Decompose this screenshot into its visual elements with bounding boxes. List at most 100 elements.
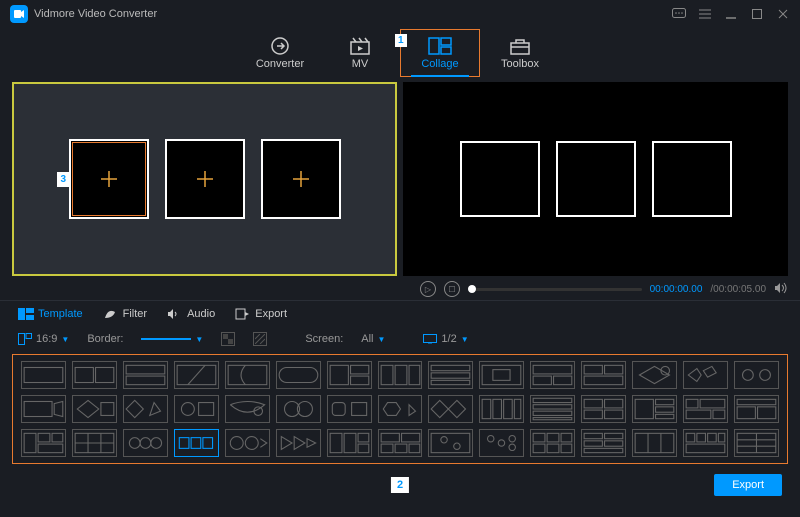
app-title: Vidmore Video Converter (34, 8, 157, 20)
minimize-icon[interactable] (724, 7, 738, 21)
tab-audio-label: Audio (187, 308, 215, 320)
template-thumb-16[interactable] (21, 395, 66, 423)
template-thumb-32[interactable] (72, 429, 117, 457)
template-thumb-26[interactable] (530, 395, 575, 423)
template-thumb-23[interactable] (378, 395, 423, 423)
seek-bar[interactable] (468, 288, 642, 291)
nav-toolbox-label: Toolbox (501, 58, 539, 70)
tab-export-label: Export (255, 308, 287, 320)
template-thumb-42[interactable] (581, 429, 626, 457)
tab-filter-label: Filter (123, 308, 147, 320)
filter-icon (103, 308, 117, 320)
template-thumb-11[interactable] (530, 361, 575, 389)
export-button[interactable]: Export (714, 474, 782, 496)
template-thumb-29[interactable] (683, 395, 728, 423)
template-thumb-6[interactable] (276, 361, 321, 389)
template-icon (18, 308, 32, 320)
template-thumb-38[interactable] (378, 429, 423, 457)
templates-panel (12, 354, 788, 464)
caret-down-icon: ▼ (461, 335, 469, 344)
template-thumb-9[interactable] (428, 361, 473, 389)
template-thumb-12[interactable] (581, 361, 626, 389)
tab-export[interactable]: Export (235, 308, 287, 320)
template-thumb-28[interactable] (632, 395, 677, 423)
template-thumb-25[interactable] (479, 395, 524, 423)
collage-slot-1[interactable]: 3 (69, 139, 149, 219)
nav-collage[interactable]: 1 Collage (400, 29, 480, 77)
template-thumb-2[interactable] (72, 361, 117, 389)
template-thumb-17[interactable] (72, 395, 117, 423)
ratio-icon (18, 333, 32, 345)
template-thumb-22[interactable] (327, 395, 372, 423)
template-thumb-43[interactable] (632, 429, 677, 457)
editor-pane: 3 (12, 82, 397, 276)
template-thumb-10[interactable] (479, 361, 524, 389)
feedback-icon[interactable] (672, 7, 686, 21)
mv-icon (348, 36, 372, 56)
template-thumb-34[interactable] (174, 429, 219, 457)
page-value: 1/2 (441, 333, 456, 345)
template-thumb-33[interactable] (123, 429, 168, 457)
template-thumb-36[interactable] (276, 429, 321, 457)
template-thumb-30[interactable] (734, 395, 779, 423)
template-thumb-24[interactable] (428, 395, 473, 423)
time-duration: /00:00:05.00 (710, 284, 766, 295)
volume-icon[interactable] (774, 282, 788, 297)
menu-icon[interactable] (698, 7, 712, 21)
tab-filter[interactable]: Filter (103, 308, 147, 320)
template-thumb-40[interactable] (479, 429, 524, 457)
template-thumb-27[interactable] (581, 395, 626, 423)
tab-template-label: Template (38, 308, 83, 320)
template-thumb-21[interactable] (276, 395, 321, 423)
close-icon[interactable] (776, 7, 790, 21)
template-thumb-31[interactable] (21, 429, 66, 457)
template-thumb-41[interactable] (530, 429, 575, 457)
step-badge-3: 3 (57, 172, 71, 187)
export-icon (235, 308, 249, 320)
audio-icon (167, 308, 181, 320)
nav-mv[interactable]: MV (320, 29, 400, 77)
caret-down-icon: ▼ (195, 335, 203, 344)
template-thumb-19[interactable] (174, 395, 219, 423)
border-color-button[interactable] (221, 332, 235, 346)
collage-slot-2[interactable] (165, 139, 245, 219)
template-thumb-39[interactable] (428, 429, 473, 457)
screen-value: All (361, 333, 373, 345)
nav-toolbox[interactable]: Toolbox (480, 29, 560, 77)
nav-converter[interactable]: Converter (240, 29, 320, 77)
stop-button[interactable]: ☐ (444, 281, 460, 297)
time-current: 00:00:00.00 (650, 284, 703, 295)
template-thumb-20[interactable] (225, 395, 270, 423)
border-style-dropdown[interactable]: ▼ (141, 335, 203, 344)
template-thumb-1[interactable] (21, 361, 66, 389)
toolbox-icon (508, 36, 532, 56)
template-thumb-5[interactable] (225, 361, 270, 389)
caret-down-icon: ▼ (378, 335, 386, 344)
template-thumb-13[interactable] (632, 361, 677, 389)
template-thumb-4[interactable] (174, 361, 219, 389)
template-thumb-45[interactable] (734, 429, 779, 457)
collage-icon (428, 36, 452, 56)
template-thumb-7[interactable] (327, 361, 372, 389)
tab-audio[interactable]: Audio (167, 308, 215, 320)
play-button[interactable]: ▷ (420, 281, 436, 297)
template-thumb-15[interactable] (734, 361, 779, 389)
template-thumb-14[interactable] (683, 361, 728, 389)
caret-down-icon: ▼ (61, 335, 69, 344)
maximize-icon[interactable] (750, 7, 764, 21)
template-thumb-44[interactable] (683, 429, 728, 457)
template-thumb-35[interactable] (225, 429, 270, 457)
template-thumb-18[interactable] (123, 395, 168, 423)
collage-slot-3[interactable] (261, 139, 341, 219)
page-dropdown[interactable]: 1/2 ▼ (423, 333, 468, 345)
preview-slot-2 (556, 141, 636, 217)
template-thumb-8[interactable] (378, 361, 423, 389)
screen-dropdown[interactable]: All ▼ (361, 333, 385, 345)
aspect-ratio-dropdown[interactable]: 16:9 ▼ (18, 333, 69, 345)
ratio-value: 16:9 (36, 333, 57, 345)
tab-template[interactable]: Template (18, 308, 83, 320)
border-pattern-button[interactable] (253, 332, 267, 346)
template-thumb-3[interactable] (123, 361, 168, 389)
nav-mv-label: MV (352, 58, 369, 70)
template-thumb-37[interactable] (327, 429, 372, 457)
